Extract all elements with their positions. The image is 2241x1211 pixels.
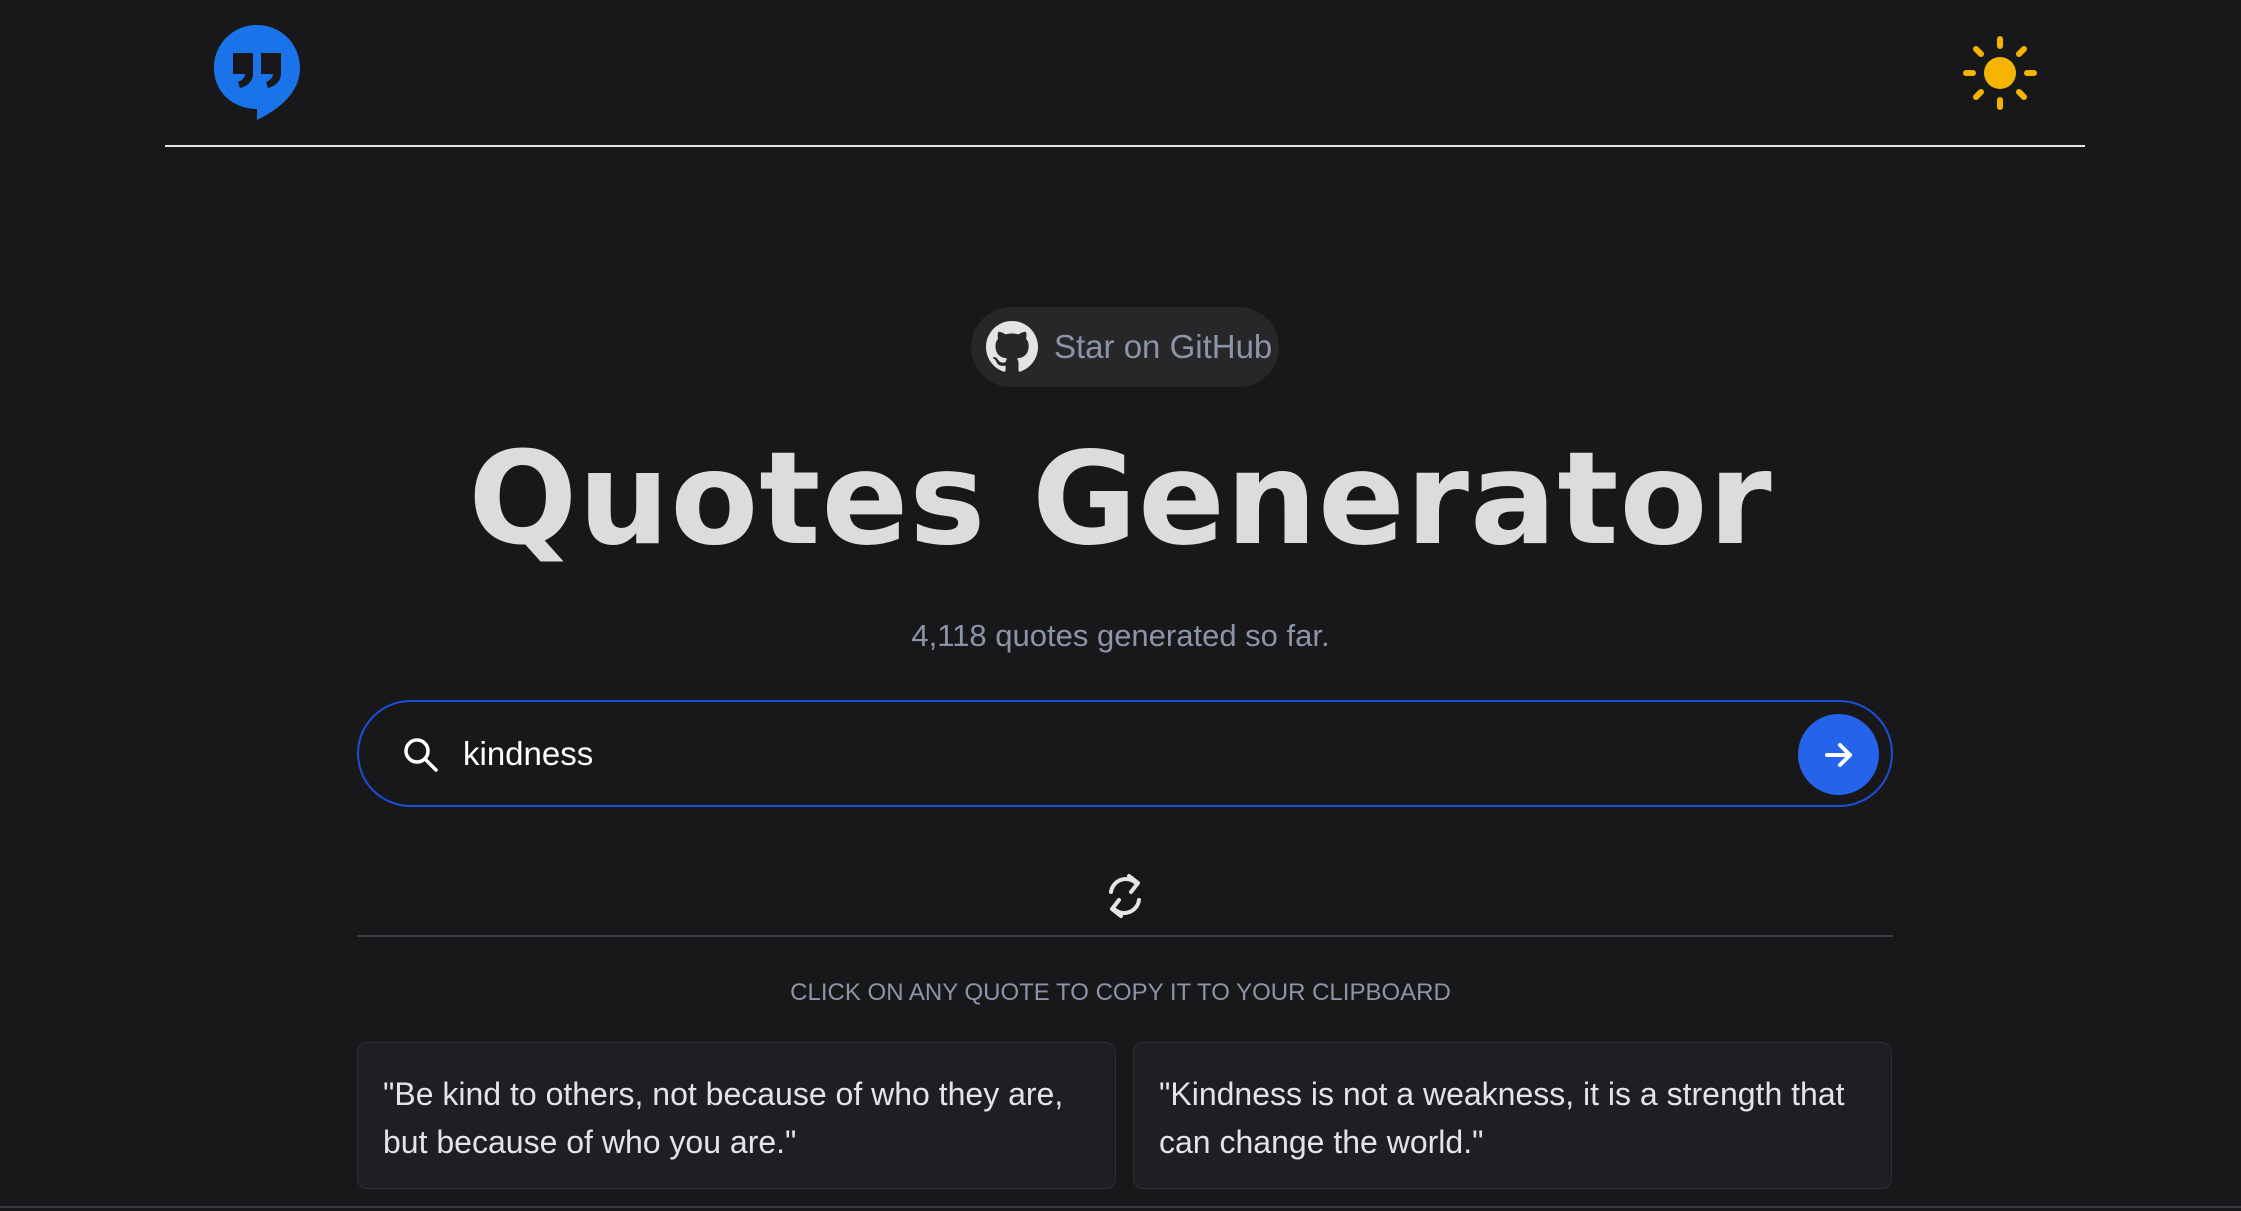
github-star-label: Star on GitHub — [1054, 328, 1273, 365]
quote-card[interactable]: "Be kind to others, not because of who t… — [357, 1042, 1116, 1189]
search-submit-button[interactable] — [1798, 714, 1879, 795]
search-bar — [357, 700, 1893, 807]
quotes-counter: 4,118 quotes generated so far. — [911, 618, 1330, 653]
arrow-right-icon — [1824, 742, 1852, 767]
quote-bubble-icon[interactable] — [212, 23, 302, 121]
sun-icon[interactable] — [1962, 35, 2038, 111]
github-icon — [986, 321, 1038, 372]
search-input[interactable] — [463, 722, 1743, 786]
divider — [357, 935, 1893, 937]
divider — [0, 1206, 2241, 1208]
refresh-icon[interactable] — [1101, 868, 1149, 924]
header — [165, 0, 2085, 147]
copy-hint: CLICK ON ANY QUOTE TO COPY IT TO YOUR CL… — [790, 979, 1451, 1006]
search-icon — [404, 738, 438, 772]
github-star-button[interactable]: Star on GitHub — [971, 307, 1279, 387]
quote-card[interactable]: "Kindness is not a weakness, it is a str… — [1133, 1042, 1892, 1189]
page-title: Quotes Generator — [468, 425, 1773, 574]
